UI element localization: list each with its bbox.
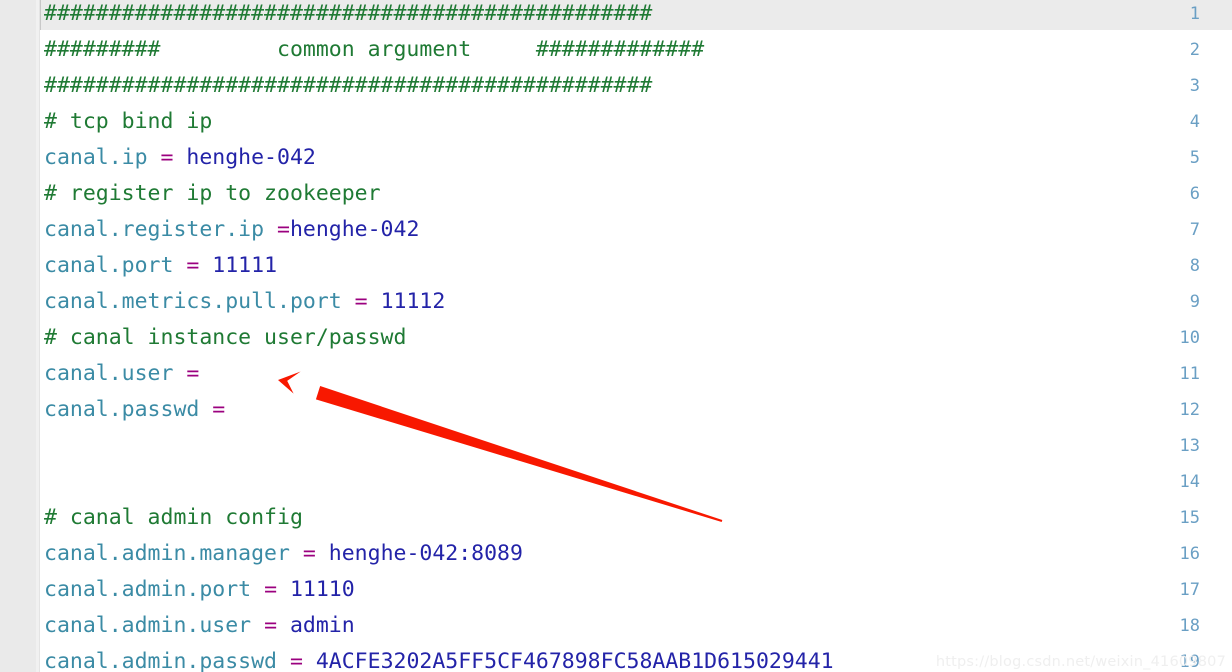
code-line[interactable]: canal.admin.user = admin [0, 608, 1232, 644]
token-eq: = [264, 613, 278, 638]
code-line-text: canal.passwd = [44, 392, 225, 428]
code-line[interactable]: canal.register.ip =henghe-042 [0, 212, 1232, 248]
code-line[interactable]: # register ip to zookeeper [0, 176, 1232, 212]
code-line-text: # tcp bind ip [44, 104, 212, 140]
token-comment: ########################################… [44, 1, 653, 26]
code-line-text: canal.port = 11111 [44, 248, 277, 284]
token-comment: # register ip to zookeeper [44, 181, 381, 206]
token-eq: = [277, 217, 290, 242]
token-val: admin [277, 613, 355, 638]
code-line[interactable]: canal.admin.manager = henghe-042:8089 [0, 536, 1232, 572]
token-key: canal.admin.passwd [44, 649, 290, 672]
token-val: henghe-042 [289, 217, 420, 242]
token-comment: # canal instance user/passwd [44, 325, 407, 350]
token-comment: ########################################… [44, 73, 653, 98]
token-val: 11110 [277, 577, 355, 602]
code-line-text: ######### common argument ############# [44, 32, 704, 68]
code-line[interactable]: canal.port = 11111 [0, 248, 1232, 284]
watermark: https://blog.csdn.net/weixin_41609807 [935, 654, 1226, 670]
code-line-text: canal.register.ip =henghe-042 [44, 212, 419, 248]
token-key: canal.admin.port [44, 577, 265, 602]
code-line[interactable]: canal.metrics.pull.port = 11112 [0, 284, 1232, 320]
code-line-text: canal.metrics.pull.port = 11112 [44, 284, 445, 320]
token-val: 4ACFE3202A5FF5CF467898FC58AAB1D615029441 [302, 649, 834, 672]
code-editor[interactable]: 1 2 3 4 5 6 7 8 9 10 11 12 13 14 15 16 17 18 19 ##########… [0, 0, 1232, 672]
token-eq: = [160, 145, 174, 170]
code-line[interactable]: # canal instance user/passwd [0, 320, 1232, 356]
code-line[interactable]: # canal admin config [0, 500, 1232, 536]
token-eq: = [186, 253, 200, 278]
token-key: canal.metrics.pull.port [44, 289, 355, 314]
code-line-text: ########################################… [44, 0, 652, 32]
token-key: canal.register.ip [44, 217, 277, 242]
code-line-text: canal.admin.manager = henghe-042:8089 [44, 536, 523, 572]
code-line[interactable]: ######### common argument ############# [0, 32, 1232, 68]
token-comment: # tcp bind ip [44, 109, 213, 134]
code-line[interactable]: ########################################… [0, 0, 1232, 32]
token-key: canal.passwd [44, 397, 213, 422]
token-comment: ######### common argument ############# [44, 37, 705, 62]
code-line[interactable]: canal.ip = henghe-042 [0, 140, 1232, 176]
token-eq: = [302, 541, 316, 566]
code-line-text: canal.ip = henghe-042 [44, 140, 316, 176]
token-key: canal.admin.manager [44, 541, 303, 566]
code-line-text: ########################################… [44, 68, 652, 104]
code-line[interactable]: canal.admin.port = 11110 [0, 572, 1232, 608]
code-line-text: # register ip to zookeeper [44, 176, 381, 212]
token-key: canal.ip [44, 145, 161, 170]
token-val: henghe-042:8089 [315, 541, 523, 566]
token-val: henghe-042 [173, 145, 316, 170]
token-val: 11112 [367, 289, 446, 314]
token-eq: = [264, 577, 278, 602]
code-line-text: canal.user = [44, 356, 199, 392]
code-line[interactable]: # tcp bind ip [0, 104, 1232, 140]
code-line-text: # canal admin config [44, 500, 303, 536]
code-line-text: # canal instance user/passwd [44, 320, 406, 356]
token-comment: # canal admin config [44, 505, 303, 530]
token-eq: = [212, 397, 226, 422]
code-content[interactable]: ########################################… [0, 0, 1232, 672]
token-key: canal.admin.user [44, 613, 265, 638]
code-line[interactable] [0, 428, 1232, 464]
token-eq: = [354, 289, 368, 314]
code-line-text: canal.admin.passwd = 4ACFE3202A5FF5CF467… [44, 644, 834, 672]
token-key: canal.port [44, 253, 187, 278]
code-line[interactable]: canal.user = [0, 356, 1232, 392]
token-key: canal.user [44, 361, 187, 386]
token-val: 11111 [199, 253, 278, 278]
code-line-text: canal.admin.user = admin [44, 608, 355, 644]
token-eq: = [186, 361, 200, 386]
code-line[interactable]: ########################################… [0, 68, 1232, 104]
code-line[interactable]: canal.passwd = [0, 392, 1232, 428]
token-eq: = [289, 649, 303, 672]
code-line-text: canal.admin.port = 11110 [44, 572, 355, 608]
code-line[interactable] [0, 464, 1232, 500]
